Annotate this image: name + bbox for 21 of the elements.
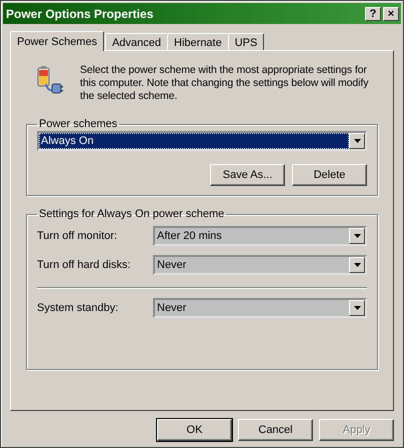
tab[interactable]: Hibernate	[167, 33, 229, 50]
group-label: Settings for Always On power scheme	[38, 208, 226, 220]
window-title: Power Options Properties	[6, 6, 154, 20]
setting-dropdown[interactable]: Never	[153, 298, 367, 318]
scheme-dropdown[interactable]: Always On	[37, 131, 367, 151]
ok-button[interactable]: OK	[157, 419, 232, 441]
delete-button[interactable]: Delete	[292, 164, 367, 186]
close-button[interactable]: ×	[383, 6, 399, 20]
tab[interactable]: Power Schemes	[10, 31, 104, 51]
tab[interactable]: Advanced	[105, 33, 168, 50]
save-as-button[interactable]: Save As...	[210, 164, 285, 186]
cancel-button[interactable]: Cancel	[238, 419, 313, 441]
setting-label: Turn off monitor:	[37, 230, 118, 242]
help-button[interactable]: ?	[365, 6, 381, 20]
setting-label: Turn off hard disks:	[37, 259, 132, 271]
group-label: Power schemes	[38, 118, 118, 130]
setting-label: System standby:	[37, 302, 120, 314]
description-text: Select the power scheme with the most appropriate settings for this computer. Note that changing the settings below will modify the selected scheme.	[80, 64, 370, 103]
setting-dropdown[interactable]: After 20 mins	[153, 226, 367, 246]
tab[interactable]: UPS	[228, 33, 264, 50]
setting-dropdown[interactable]: Never	[153, 255, 367, 275]
